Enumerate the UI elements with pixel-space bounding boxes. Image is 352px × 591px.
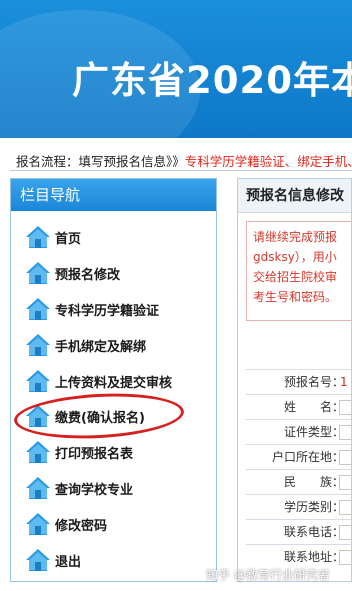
divider xyxy=(10,170,352,171)
sidebar-item-phone-binding[interactable]: 手机绑定及解绑 xyxy=(25,331,146,359)
form-row: 姓 名： xyxy=(246,394,351,419)
page-title: 广东省2020年本科 xyxy=(72,59,352,102)
sidebar-item-label: 专科学历学籍验证 xyxy=(55,303,160,319)
phone-field[interactable] xyxy=(339,525,351,540)
home-icon xyxy=(26,477,50,499)
sidebar-item-print-form[interactable]: 打印预报名表 xyxy=(25,438,133,466)
process-step-next: 专科学历学籍验证、绑定手机、 xyxy=(184,154,352,169)
sidebar-item-edit-registration[interactable]: 预报名修改 xyxy=(25,259,120,287)
sidebar-item-label: 查询学校专业 xyxy=(55,482,134,498)
field-label: 姓 名： xyxy=(283,400,344,414)
form-row: 证件类型： xyxy=(246,419,351,444)
process-step-current: 填写预报名信息》》 xyxy=(78,154,185,169)
form-row: 联系电话： xyxy=(246,519,351,544)
registration-number-value: 1 xyxy=(340,375,348,389)
notice-line: gdsksy），用小 xyxy=(253,250,337,264)
sidebar-item-label: 上传资料及提交审核 xyxy=(55,375,173,391)
home-icon xyxy=(26,513,50,535)
sidebar-item-school-search[interactable]: 查询学校专业 xyxy=(25,474,133,502)
registration-form: 预报名号： 1 姓 名： 证件类型： 户口所在地： 民 族： 学历类别： 联系电… xyxy=(246,369,351,569)
notice-box: 请继续完成预报 gdsksy），用小 交给招生院校审 考生号和密码。 xyxy=(246,221,351,321)
form-row: 学历类别： xyxy=(246,494,351,519)
sidebar-item-degree-verification[interactable]: 专科学历学籍验证 xyxy=(25,295,159,323)
sidebar-item-label: 打印预报名表 xyxy=(55,446,134,462)
sidebar-item-label: 退出 xyxy=(55,554,82,570)
sidebar-title: 栏目导航 xyxy=(11,179,216,211)
sidebar-nav: 栏目导航 首页 预报名修改 专科学历学籍验证 手机绑定及解绑 上传资料及提交审核… xyxy=(10,178,217,582)
field-label: 预报名号： xyxy=(283,375,344,389)
home-icon xyxy=(26,370,50,392)
sidebar-item-label: 首页 xyxy=(55,231,82,247)
home-icon xyxy=(26,298,50,320)
home-icon xyxy=(26,262,50,284)
household-location-select[interactable] xyxy=(339,450,351,465)
sidebar-item-logout[interactable]: 退出 xyxy=(25,546,81,574)
form-row: 民 族： xyxy=(246,469,351,494)
sidebar-item-label: 手机绑定及解绑 xyxy=(55,339,147,355)
main-panel: 预报名信息修改 请继续完成预报 gdsksy），用小 交给招生院校审 考生号和密… xyxy=(237,178,352,582)
process-breadcrumb: 报名流程：填写预报名信息》》专科学历学籍验证、绑定手机、 xyxy=(16,151,352,170)
home-icon xyxy=(26,334,50,356)
process-label: 报名流程： xyxy=(16,154,79,169)
panel-title: 预报名信息修改 xyxy=(238,179,351,213)
form-row: 户口所在地： xyxy=(246,444,351,469)
field-label: 联系电话： xyxy=(283,525,344,539)
sidebar-item-label: 修改密码 xyxy=(55,518,108,534)
notice-line: 考生号和密码。 xyxy=(253,290,338,304)
sidebar-item-change-password[interactable]: 修改密码 xyxy=(25,510,107,538)
home-icon xyxy=(26,549,50,571)
notice-line: 交给招生院校审 xyxy=(253,270,338,284)
sidebar-item-upload-submit[interactable]: 上传资料及提交审核 xyxy=(25,367,172,395)
header-banner: 广东省2020年本科 xyxy=(0,0,352,138)
home-icon xyxy=(26,441,50,463)
id-type-select[interactable] xyxy=(339,425,351,440)
sidebar-item-label: 预报名修改 xyxy=(55,267,121,283)
field-label: 证件类型： xyxy=(283,425,344,439)
sidebar-item-home[interactable]: 首页 xyxy=(25,223,81,251)
field-label: 户口所在地： xyxy=(271,450,344,464)
name-field[interactable] xyxy=(339,400,351,415)
watermark: 知乎 @教育行业研究者 xyxy=(206,568,330,582)
education-type-select[interactable] xyxy=(339,500,351,515)
form-row: 预报名号： 1 xyxy=(246,369,351,394)
notice-line: 请继续完成预报 xyxy=(253,230,338,244)
field-label: 学历类别： xyxy=(283,500,344,514)
ethnicity-select[interactable] xyxy=(339,475,351,490)
address-field[interactable] xyxy=(339,550,351,565)
field-label: 民 族： xyxy=(283,475,344,489)
home-icon xyxy=(26,226,50,248)
